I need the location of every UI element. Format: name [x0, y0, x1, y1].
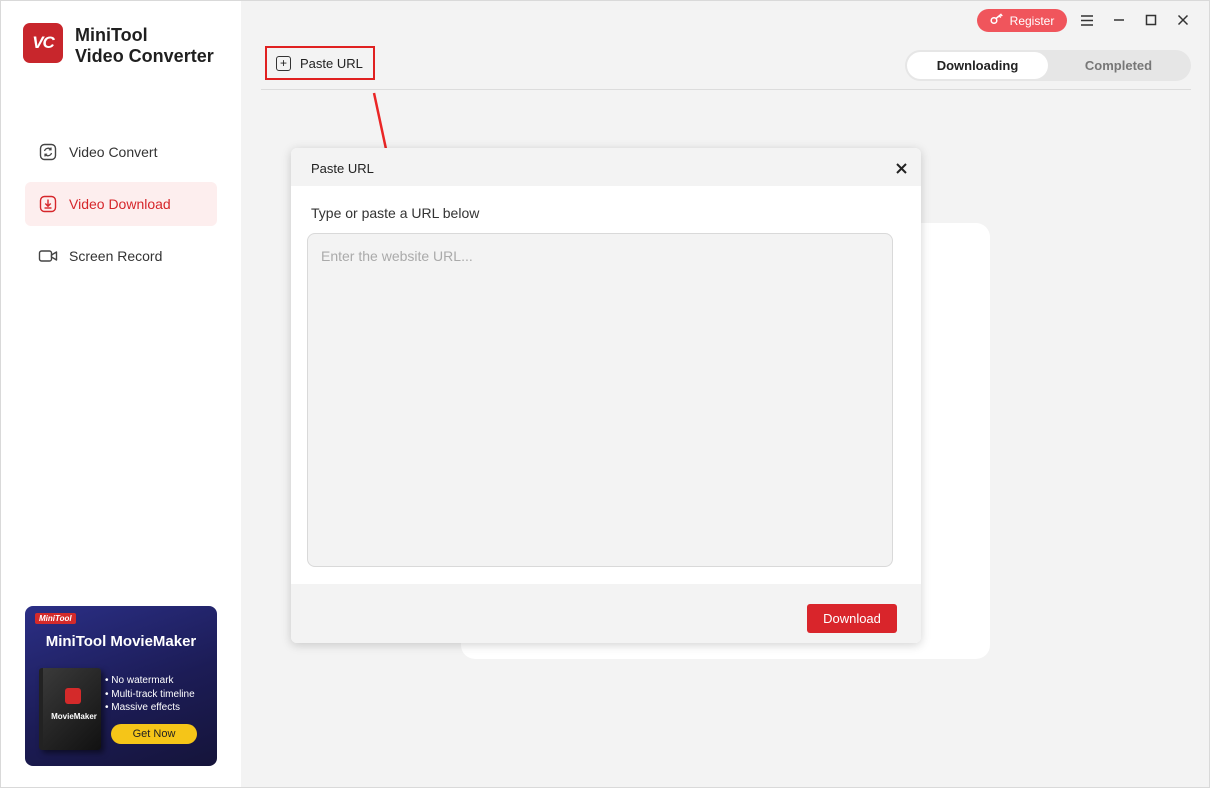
sidebar-item-screen-record[interactable]: Screen Record — [25, 234, 217, 278]
promo-feature: No watermark — [105, 674, 195, 688]
get-now-button[interactable]: Get Now — [111, 724, 197, 744]
url-input[interactable] — [307, 233, 893, 567]
dialog-close-icon[interactable] — [891, 158, 911, 178]
sidebar-item-video-convert[interactable]: Video Convert — [25, 130, 217, 174]
app-name: MiniTool Video Converter — [75, 25, 214, 66]
close-icon[interactable] — [1173, 10, 1193, 30]
sidebar: VC MiniTool Video Converter Video Conver… — [1, 1, 241, 787]
product-box-image: MovieMaker — [39, 668, 101, 750]
key-icon — [990, 13, 1004, 28]
app-logo: VC — [23, 23, 63, 63]
minimize-icon[interactable] — [1109, 10, 1129, 30]
promo-feature-list: No watermark Multi-track timeline Massiv… — [105, 674, 195, 715]
promo-feature: Multi-track timeline — [105, 688, 194, 702]
video-camera-icon — [38, 246, 58, 266]
tab-downloading[interactable]: Downloading — [907, 52, 1048, 79]
paste-url-label: Paste URL — [300, 55, 363, 71]
tab-completed[interactable]: Completed — [1048, 52, 1189, 79]
maximize-icon[interactable] — [1141, 10, 1161, 30]
app-logo-text: VC — [32, 33, 55, 52]
paste-url-button[interactable]: + Paste URL — [265, 46, 375, 80]
dialog-prompt: Type or paste a URL below — [311, 205, 480, 221]
moviemaker-logo-icon — [65, 688, 81, 704]
promo-banner[interactable]: MiniTool MiniTool MovieMaker MovieMaker … — [25, 606, 217, 766]
download-tabs: Downloading Completed — [905, 50, 1191, 81]
sidebar-item-label: Video Convert — [69, 144, 158, 160]
sidebar-item-label: Screen Record — [69, 248, 163, 264]
app-window: VC MiniTool Video Converter Video Conver… — [0, 0, 1210, 788]
menu-icon[interactable] — [1077, 10, 1097, 30]
promo-feature: Massive effects — [105, 701, 195, 715]
promo-title: MiniTool MovieMaker — [45, 633, 197, 650]
download-button[interactable]: Download — [807, 604, 897, 633]
product-box-label: MovieMaker — [51, 712, 97, 721]
register-label: Register — [1009, 13, 1055, 28]
dialog-footer: Download — [291, 584, 921, 643]
dialog-header: Paste URL — [291, 148, 921, 186]
refresh-icon — [38, 142, 58, 162]
plus-icon: + — [276, 55, 291, 71]
dialog-title: Paste URL — [311, 161, 374, 176]
sidebar-item-label: Video Download — [69, 196, 171, 212]
sidebar-item-video-download[interactable]: Video Download — [25, 182, 217, 226]
download-icon — [38, 194, 58, 214]
register-button[interactable]: Register — [977, 9, 1067, 32]
paste-url-dialog: Paste URL Type or paste a URL below Down… — [291, 148, 921, 643]
promo-badge: MiniTool — [35, 613, 76, 624]
